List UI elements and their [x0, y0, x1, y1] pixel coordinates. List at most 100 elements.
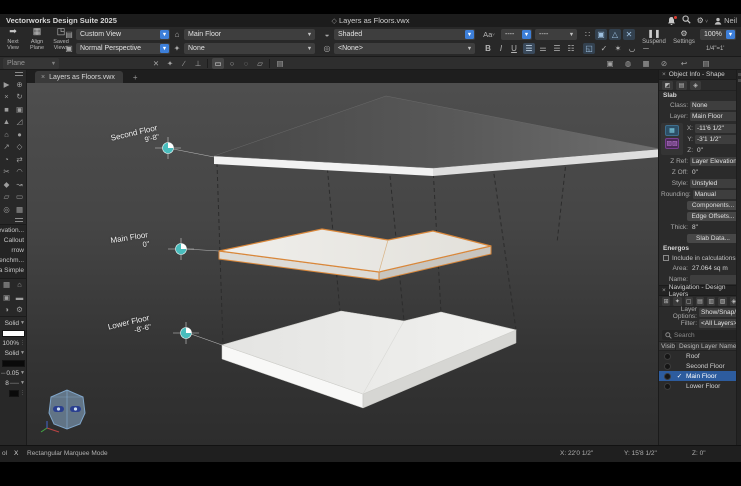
snap-check-icon[interactable]: ✓: [598, 43, 610, 54]
close-tab-icon[interactable]: ×: [41, 74, 45, 81]
justify-icon[interactable]: ☷: [565, 43, 577, 54]
delete-tool-icon[interactable]: ×: [0, 91, 13, 104]
fill-style-dropdown[interactable]: Solid▼: [1, 318, 25, 328]
style-dropdown[interactable]: Unstyled: [690, 179, 739, 188]
search-icon[interactable]: [682, 15, 691, 26]
trim-tool-icon[interactable]: ✂: [0, 166, 13, 179]
pen-style-dropdown[interactable]: Solid▼: [1, 348, 25, 358]
globe-icon[interactable]: ◍: [622, 58, 634, 69]
z-offset-field[interactable]: 0": [690, 168, 739, 177]
new-tab-button[interactable]: +: [133, 71, 138, 83]
dims-set-icon[interactable]: ▬: [13, 291, 26, 304]
underline-button[interactable]: U: [509, 43, 519, 54]
no-edit-icon[interactable]: ⊘: [658, 58, 670, 69]
zoom-level-dropdown[interactable]: 100%▼: [700, 29, 736, 40]
panel-display-icon[interactable]: ▣: [604, 58, 616, 69]
filter-dropdown[interactable]: <All Layers>: [699, 319, 739, 328]
layer-row-second-floor[interactable]: Second Floor: [659, 361, 741, 371]
circle-tool-icon[interactable]: ●: [13, 128, 26, 141]
mirror-mode-icon[interactable]: ✕: [623, 29, 635, 40]
x-coordinate-field[interactable]: -11'6 1/2": [695, 124, 739, 133]
oval-marquee-mode-icon[interactable]: ○: [226, 58, 238, 69]
3d-viewport[interactable]: Second Floor 9'-8" Main Floor 0" Lower F…: [27, 83, 658, 445]
visibility-eye-icon[interactable]: [664, 363, 671, 370]
tool-set-item[interactable]: rrow: [0, 247, 24, 257]
selection-tool-icon[interactable]: ▶: [0, 78, 13, 91]
document-tab[interactable]: × Layers as Floors.vwx: [35, 71, 123, 83]
class-dropdown[interactable]: None: [690, 101, 739, 110]
rectangle-tool-icon[interactable]: ■: [0, 103, 13, 116]
italic-button[interactable]: I: [496, 43, 506, 54]
move-mode-icon[interactable]: ▣: [595, 29, 607, 40]
arc-tool-icon[interactable]: ◔: [0, 153, 13, 166]
rounded-rectangle-tool-icon[interactable]: ▣: [13, 103, 26, 116]
layer-options-dropdown[interactable]: Show/Snap/Modi: [699, 308, 739, 317]
current-view-dropdown[interactable]: Custom View▼: [76, 29, 170, 40]
layer-row-main-floor[interactable]: ✓ Main Floor: [659, 371, 741, 381]
visibility-eye-icon[interactable]: [664, 383, 671, 390]
point-tool-icon[interactable]: ◇: [13, 141, 26, 154]
tool-set-item[interactable]: n Benchm...: [0, 257, 24, 267]
align-plane-button[interactable]: ▦ Align Plane: [26, 28, 48, 55]
viewports-tab-icon[interactable]: ▤: [696, 297, 704, 306]
tool-set-item[interactable]: levation...: [0, 227, 24, 237]
thickness-field[interactable]: 8": [690, 223, 739, 232]
font-style-dropdown-2[interactable]: ----▼: [535, 29, 577, 40]
pen-color-swatch[interactable]: [1, 358, 25, 368]
interactive-scaling-icon[interactable]: ✕: [150, 58, 162, 69]
rounding-dropdown[interactable]: Manual: [693, 190, 739, 199]
hatch-tool-icon[interactable]: ▦: [13, 203, 26, 216]
data-tab-icon[interactable]: ▤: [676, 81, 687, 90]
fillet-tool-icon[interactable]: ◠: [13, 166, 26, 179]
layer-dropdown[interactable]: Main Floor: [690, 112, 739, 121]
palette-menu-icon[interactable]: [0, 70, 26, 78]
lasso-marquee-mode-icon[interactable]: ◌: [240, 58, 252, 69]
slab-mode-icon[interactable]: ▦: [665, 125, 679, 136]
drawing-scale[interactable]: 1/4"=1': [706, 46, 724, 52]
line-weight-dropdown[interactable]: ─0.05▼: [1, 368, 25, 378]
design-layers-tab-icon[interactable]: ✦: [673, 297, 681, 306]
layer-table-header[interactable]: Visib... Design Layer Name: [659, 341, 741, 351]
tool-set-item[interactable]: Callout: [0, 237, 24, 247]
building-set-icon[interactable]: ⌂: [13, 279, 26, 292]
parallelogram-tool-icon[interactable]: ▱: [0, 191, 13, 204]
render-style-dropdown[interactable]: <None>▼: [334, 43, 475, 54]
snap-point-icon[interactable]: ✶: [612, 43, 624, 54]
active-class-dropdown[interactable]: None▼: [184, 43, 315, 54]
align-right-icon[interactable]: ☰: [551, 43, 563, 54]
rectangular-marquee-mode-icon[interactable]: ▭: [212, 58, 224, 69]
offset-tool-icon[interactable]: ◆: [0, 178, 13, 191]
render-mode-dropdown[interactable]: Shaded▼: [334, 29, 475, 40]
saved-views-tab-icon[interactable]: ▥: [707, 297, 715, 306]
pen-mode-icon[interactable]: ✦: [164, 58, 176, 69]
active-layer-dropdown[interactable]: Main Floor▼: [184, 29, 315, 40]
layer-row-lower-floor[interactable]: Lower Floor: [659, 381, 741, 391]
target-tool-icon[interactable]: ◎: [0, 203, 13, 216]
constrain-mode-icon[interactable]: ◱: [583, 43, 595, 54]
grid-icon[interactable]: ▦: [640, 58, 652, 69]
polyline-tool-icon[interactable]: ⌂: [0, 128, 13, 141]
projection-dropdown[interactable]: Normal Perspective▼: [76, 43, 170, 54]
perpendicular-snap-icon[interactable]: ⊥: [192, 58, 204, 69]
connect-tool-icon[interactable]: ↝: [13, 178, 26, 191]
components-button[interactable]: Components...: [687, 201, 739, 210]
palette-menu-icon[interactable]: [0, 216, 26, 224]
close-panel-icon[interactable]: ×: [662, 287, 666, 294]
navigation-header[interactable]: × Navigation - Design Layers: [659, 286, 741, 296]
edge-offsets-button[interactable]: Edge Offsets...: [687, 212, 739, 221]
align-center-icon[interactable]: ⚌: [537, 43, 549, 54]
rotate-mode-icon[interactable]: △: [609, 29, 621, 40]
layer-search-input[interactable]: Search: [662, 330, 738, 340]
visibility-eye-icon[interactable]: [664, 373, 671, 380]
sheet-layers-tab-icon[interactable]: ▢: [685, 297, 693, 306]
tool-set-item[interactable]: ma Simple: [0, 267, 24, 277]
font-style-dropdown-1[interactable]: ----▼: [501, 29, 532, 40]
view-cube[interactable]: [39, 386, 95, 434]
working-plane-dropdown[interactable]: Plane▼: [3, 58, 59, 69]
angle-snap-icon[interactable]: ∕: [178, 58, 190, 69]
text-format-menu[interactable]: Aa˅: [481, 29, 497, 40]
clipboard-icon[interactable]: ▤: [700, 58, 712, 69]
detail-set-icon[interactable]: ▣: [0, 291, 13, 304]
z-ref-dropdown[interactable]: Layer Elevation: [690, 157, 739, 166]
line-style-dropdown[interactable]: 8──▼: [1, 378, 25, 388]
